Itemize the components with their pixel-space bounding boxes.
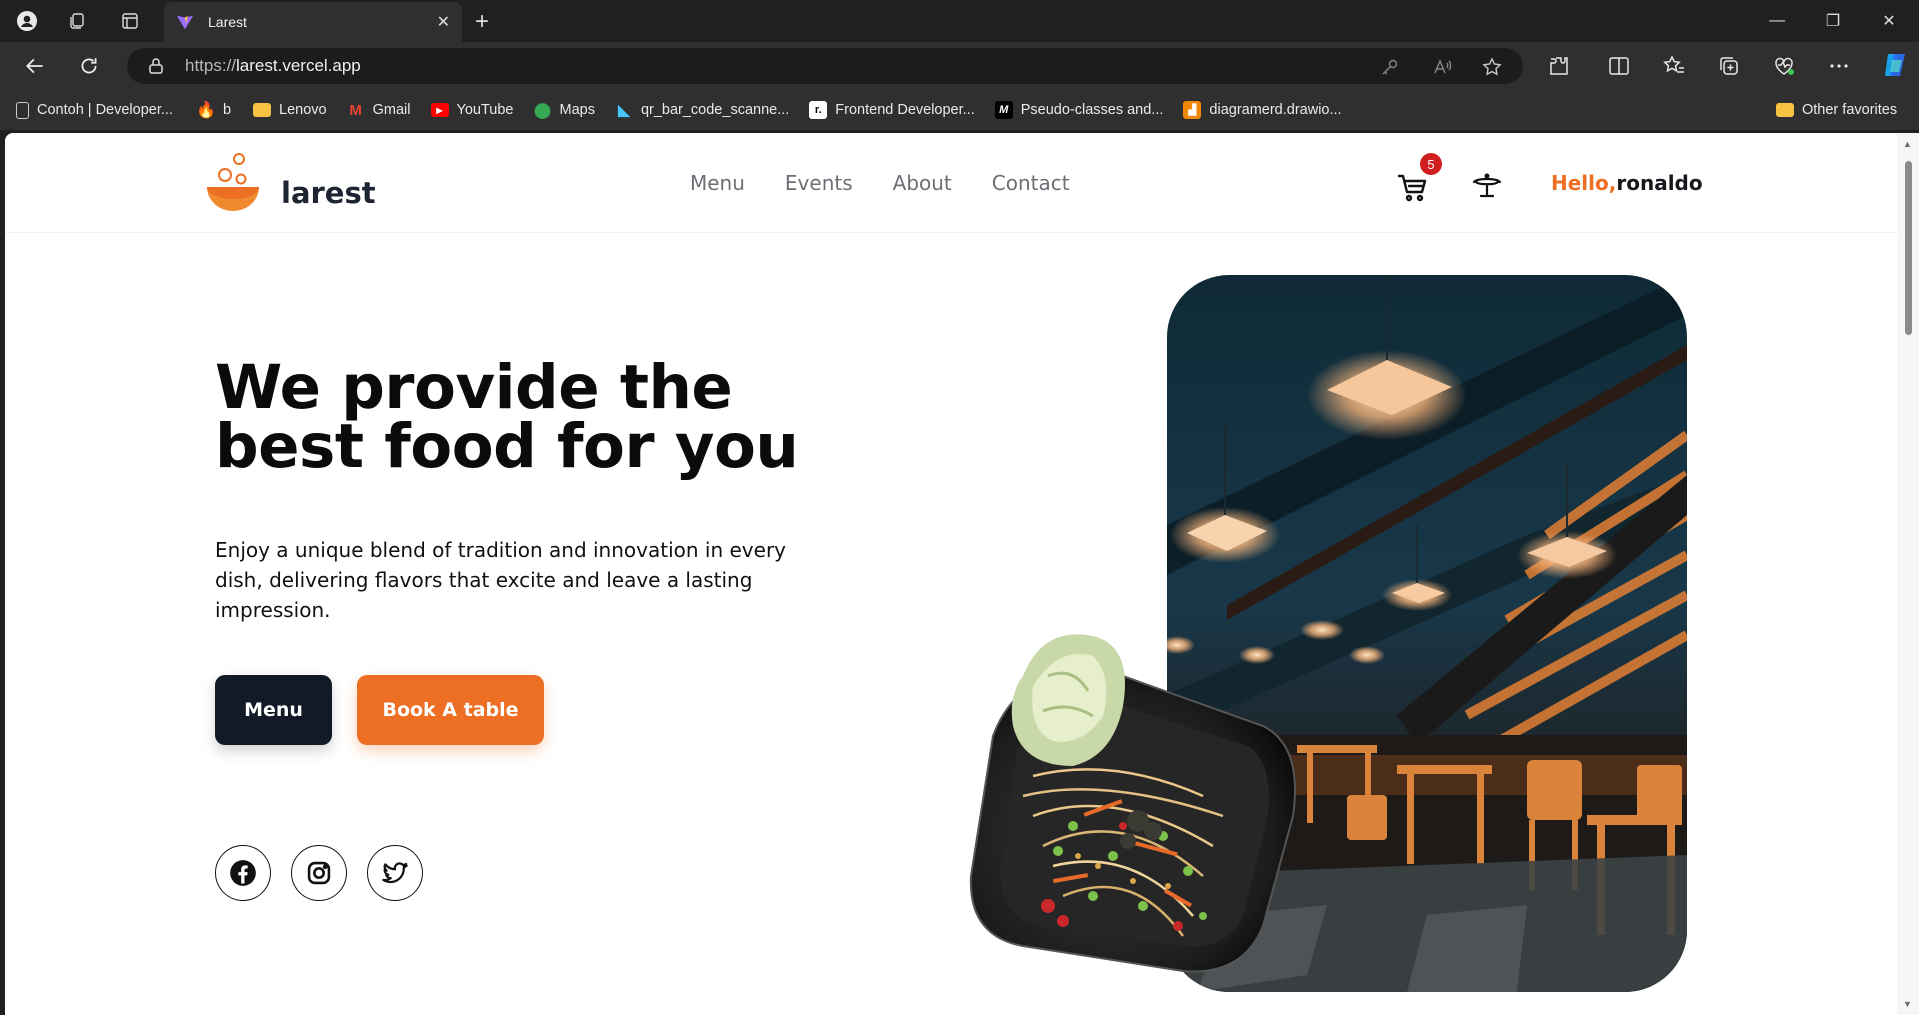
main-nav: Menu Events About Contact	[690, 171, 1070, 195]
site-header: larest Menu Events About Contact 5 Hello…	[5, 133, 1897, 233]
bookmark-item[interactable]: r. Frontend Developer...	[803, 96, 980, 124]
browser-toolbar: https://larest.vercel.app	[0, 42, 1919, 90]
read-aloud-icon[interactable]	[1432, 57, 1452, 77]
bookmark-label: Pseudo-classes and...	[1020, 102, 1164, 118]
drawio-icon: ▟	[1183, 101, 1202, 119]
bookmark-item[interactable]: ▟ diagramerd.drawio...	[1177, 96, 1347, 124]
bookmark-item[interactable]: 🔥 b	[191, 96, 237, 124]
split-screen-icon[interactable]	[1607, 54, 1631, 78]
copilot-icon[interactable]	[1880, 50, 1910, 80]
back-icon[interactable]	[19, 50, 51, 82]
user-name: ronaldo	[1616, 171, 1703, 195]
folder-icon	[1776, 103, 1794, 117]
hero-title: We provide the best food for you	[215, 357, 855, 477]
bookmarks-bar: Contoh | Developer... 🔥 b Lenovo M Gmail…	[0, 90, 1919, 130]
bookmark-item[interactable]: M Gmail	[341, 96, 417, 124]
hero-description: Enjoy a unique blend of tradition and in…	[215, 538, 786, 622]
extensions-icon[interactable]	[1547, 54, 1571, 78]
scrollbar-thumb[interactable]	[1905, 161, 1912, 335]
firebase-icon: 🔥	[196, 102, 216, 119]
nav-about[interactable]: About	[893, 171, 952, 195]
scroll-down-icon[interactable]: ▼	[1903, 999, 1912, 1009]
minimize-icon[interactable]: —	[1749, 0, 1805, 42]
user-greeting[interactable]: Hello,ronaldo	[1551, 171, 1703, 195]
maps-icon: ⬤	[534, 102, 551, 119]
bookmark-label: diagramerd.drawio...	[1209, 102, 1342, 118]
brand-name: larest	[281, 176, 376, 210]
cart-count-badge: 5	[1420, 153, 1442, 175]
nav-events[interactable]: Events	[785, 171, 853, 195]
other-favorites[interactable]: Other favorites	[1770, 96, 1903, 124]
new-tab-icon[interactable]: +	[475, 8, 489, 36]
browser-titlebar: Larest ✕ + — ❐ ✕	[0, 0, 1919, 42]
bookmark-item[interactable]: Contoh | Developer...	[10, 96, 179, 124]
tab-title: Larest	[208, 14, 247, 30]
instagram-icon	[307, 861, 331, 885]
password-key-icon[interactable]	[1380, 57, 1400, 77]
address-bar[interactable]: https://larest.vercel.app	[127, 48, 1523, 84]
bookmark-item[interactable]: ◣ qr_bar_code_scanne...	[609, 96, 795, 124]
facebook-icon	[230, 860, 256, 886]
vite-favicon-icon	[176, 15, 194, 30]
papaya-salad-plate-image	[969, 634, 1296, 973]
book-table-button[interactable]: Book A table	[357, 675, 544, 745]
lock-icon[interactable]	[147, 57, 165, 75]
bookmark-item[interactable]: Lenovo	[247, 96, 333, 124]
youtube-icon: ▶	[430, 103, 449, 117]
browser-essentials-icon[interactable]	[1772, 54, 1796, 78]
twitter-icon	[382, 862, 408, 884]
frontend-mentor-icon: r.	[809, 101, 828, 119]
mdn-icon: M	[994, 101, 1013, 119]
profile-icon[interactable]	[5, 0, 49, 42]
cart-icon[interactable]	[1396, 170, 1430, 204]
favorite-star-icon[interactable]	[1482, 57, 1502, 77]
menu-button[interactable]: Menu	[215, 675, 332, 745]
window-close-icon[interactable]: ✕	[1861, 0, 1917, 42]
page-viewport: larest Menu Events About Contact 5 Hello…	[5, 133, 1897, 1015]
hero-title-line2: best food for you	[215, 411, 799, 482]
more-options-icon[interactable]	[1827, 54, 1851, 78]
bookmark-label: Contoh | Developer...	[37, 102, 173, 118]
instagram-link[interactable]	[291, 845, 347, 901]
brand-logo[interactable]: larest	[203, 151, 376, 219]
workspaces-icon[interactable]	[55, 0, 99, 42]
folder-icon	[253, 103, 272, 117]
refresh-icon[interactable]	[73, 50, 105, 82]
bookmark-label: YouTube	[456, 102, 514, 118]
favorites-icon[interactable]	[1662, 54, 1686, 78]
collections-icon[interactable]	[1717, 54, 1741, 78]
restore-icon[interactable]: ❐	[1805, 0, 1861, 42]
tab-close-icon[interactable]: ✕	[437, 12, 450, 32]
bowl-logo-icon	[207, 153, 259, 211]
bookmark-item[interactable]: M Pseudo-classes and...	[989, 96, 1170, 124]
twitter-link[interactable]	[367, 845, 423, 901]
bookmark-label: Lenovo	[279, 102, 327, 118]
bookmark-label: qr_bar_code_scanne...	[640, 102, 790, 118]
url-host: larest.vercel.app	[236, 56, 361, 75]
scroll-up-icon[interactable]: ▲	[1903, 139, 1912, 149]
bookmark-label: Maps	[559, 102, 595, 118]
browser-tab[interactable]: Larest ✕	[164, 2, 462, 42]
bookmark-item[interactable]: ⬤ Maps	[527, 96, 600, 124]
url-scheme: https://	[185, 56, 237, 75]
bookmark-label: b	[222, 102, 232, 118]
bookmark-label: Gmail	[372, 102, 411, 118]
nav-menu[interactable]: Menu	[690, 171, 745, 195]
other-favorites-label: Other favorites	[1802, 102, 1898, 118]
bookmark-item[interactable]: ▶ YouTube	[425, 96, 520, 124]
page-scrollbar[interactable]: ▲ ▼	[1897, 133, 1919, 1015]
nav-contact[interactable]: Contact	[992, 171, 1070, 195]
reservation-dish-icon[interactable]	[1470, 170, 1504, 204]
flutter-icon: ◣	[618, 102, 630, 119]
gmail-icon: M	[349, 101, 362, 119]
bookmark-label: Frontend Developer...	[835, 102, 975, 118]
facebook-link[interactable]	[215, 845, 271, 901]
page-icon	[16, 101, 29, 119]
greeting-prefix: Hello,	[1551, 171, 1617, 195]
tab-actions-icon[interactable]	[108, 0, 152, 42]
